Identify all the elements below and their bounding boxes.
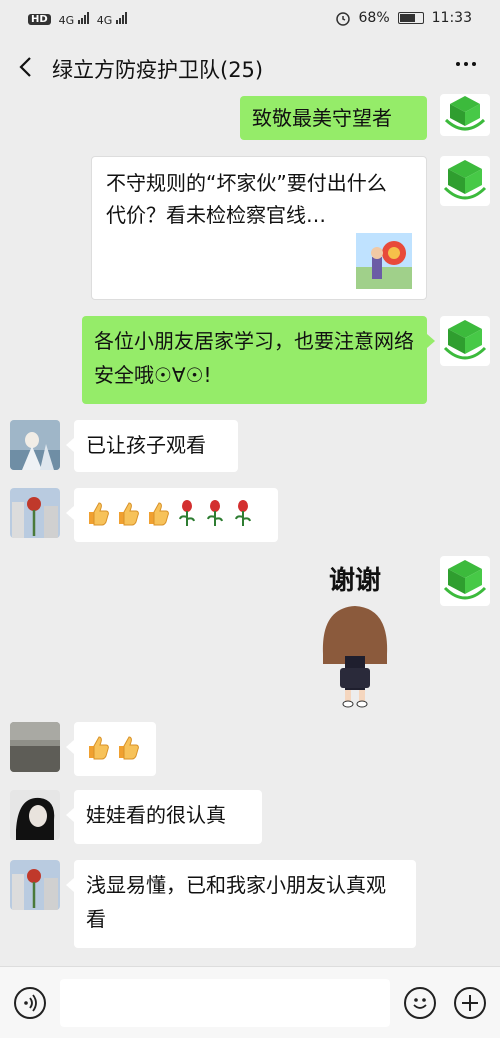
bubble-tail [427, 334, 435, 348]
cube-logo-icon [440, 94, 490, 136]
rose-icon [179, 500, 195, 526]
link-card[interactable]: 不守规则的“坏家伙”要付出什么代价？看未检检察官线… [91, 156, 427, 300]
title-bar: 绿立方防疫护卫队(25) [0, 42, 500, 94]
message-bubble-outgoing[interactable]: 各位小朋友居家学习，也要注意网络安全哦☉∀☉! [82, 316, 427, 404]
member-avatar[interactable] [10, 790, 60, 840]
thumbs-up-icon [89, 736, 109, 760]
member-avatar[interactable] [10, 722, 60, 772]
battery-fill [399, 14, 415, 22]
back-arrow-icon[interactable] [14, 54, 40, 80]
cartoon-thumbnail-icon [356, 233, 412, 289]
bubble-tail [66, 438, 74, 452]
input-bar [0, 966, 500, 1038]
hd-badge: HD [28, 14, 51, 25]
thumbs-up-icon [119, 502, 139, 526]
battery-icon [397, 12, 424, 24]
emoji-icon[interactable] [404, 987, 436, 1019]
cube-logo-icon [440, 556, 490, 606]
signal-icon-2 [115, 12, 127, 24]
message-input[interactable] [60, 979, 390, 1027]
sticker-message[interactable]: 谢谢 [300, 560, 410, 710]
rose-icon [207, 500, 223, 526]
bubble-tail [66, 808, 74, 822]
status-bar: HD 4G 4G 68% 11:33 [0, 0, 500, 38]
member-avatar[interactable] [10, 488, 60, 538]
message-bubble-incoming[interactable]: 娃娃看的很认真 [74, 790, 262, 844]
girl-sticker-icon [322, 606, 388, 708]
emoji-row [86, 730, 144, 764]
bubble-tail [66, 506, 74, 520]
self-avatar[interactable] [440, 556, 490, 606]
bubble-tail [66, 740, 74, 754]
status-left: HD 4G 4G [28, 12, 127, 27]
bubble-tail [66, 878, 74, 892]
rose-icon [235, 500, 251, 526]
avatar-photo-icon [10, 722, 60, 772]
thumbs-up-icon [149, 502, 169, 526]
sticker-text: 谢谢 [328, 566, 381, 596]
card-thumbnail [356, 233, 412, 289]
message-bubble-incoming[interactable] [74, 722, 156, 776]
voice-icon[interactable] [14, 987, 46, 1019]
emoji-row [86, 496, 266, 530]
message-text: 已让孩子观看 [86, 433, 206, 457]
plus-sign-icon [462, 995, 478, 1011]
message-bubble-incoming[interactable]: 已让孩子观看 [74, 420, 238, 472]
signal-icon [77, 12, 89, 24]
avatar-photo-icon [10, 790, 60, 840]
cube-logo-icon [440, 316, 490, 366]
alarm-icon [335, 12, 350, 26]
more-icon[interactable] [456, 62, 476, 66]
message-bubble-outgoing[interactable]: 致敬最美守望者 [240, 96, 427, 140]
self-avatar[interactable] [440, 94, 490, 136]
message-bubble-incoming[interactable]: 浅显易懂，已和我家小朋友认真观看 [74, 860, 416, 948]
avatar-photo-icon [10, 860, 60, 910]
sim2-network: 4G [97, 12, 127, 27]
smiley-face-icon [413, 998, 427, 1009]
sim1-network: 4G [59, 12, 89, 27]
member-avatar[interactable] [10, 420, 60, 470]
self-avatar[interactable] [440, 316, 490, 366]
cube-logo-icon [440, 156, 490, 206]
thumbs-up-icon [119, 736, 139, 760]
avatar-photo-icon [10, 420, 60, 470]
plus-icon[interactable] [454, 987, 486, 1019]
message-text: 娃娃看的很认真 [86, 803, 226, 827]
self-avatar[interactable] [440, 156, 490, 206]
chat-title: 绿立方防疫护卫队(25) [52, 58, 264, 82]
voice-wave-icon [24, 994, 37, 1012]
message-text: 各位小朋友居家学习，也要注意网络安全哦☉∀☉! [94, 329, 414, 387]
battery-percent: 68% [358, 10, 390, 26]
message-text: 致敬最美守望者 [252, 106, 392, 130]
status-right: 68% 11:33 [335, 10, 472, 26]
card-title: 不守规则的“坏家伙”要付出什么代价？看未检检察官线… [106, 171, 387, 227]
clock: 11:33 [431, 10, 472, 26]
member-avatar[interactable] [10, 860, 60, 910]
message-bubble-incoming[interactable] [74, 488, 278, 542]
avatar-photo-icon [10, 488, 60, 538]
message-text: 浅显易懂，已和我家小朋友认真观看 [86, 873, 386, 931]
thumbs-up-icon [89, 502, 109, 526]
